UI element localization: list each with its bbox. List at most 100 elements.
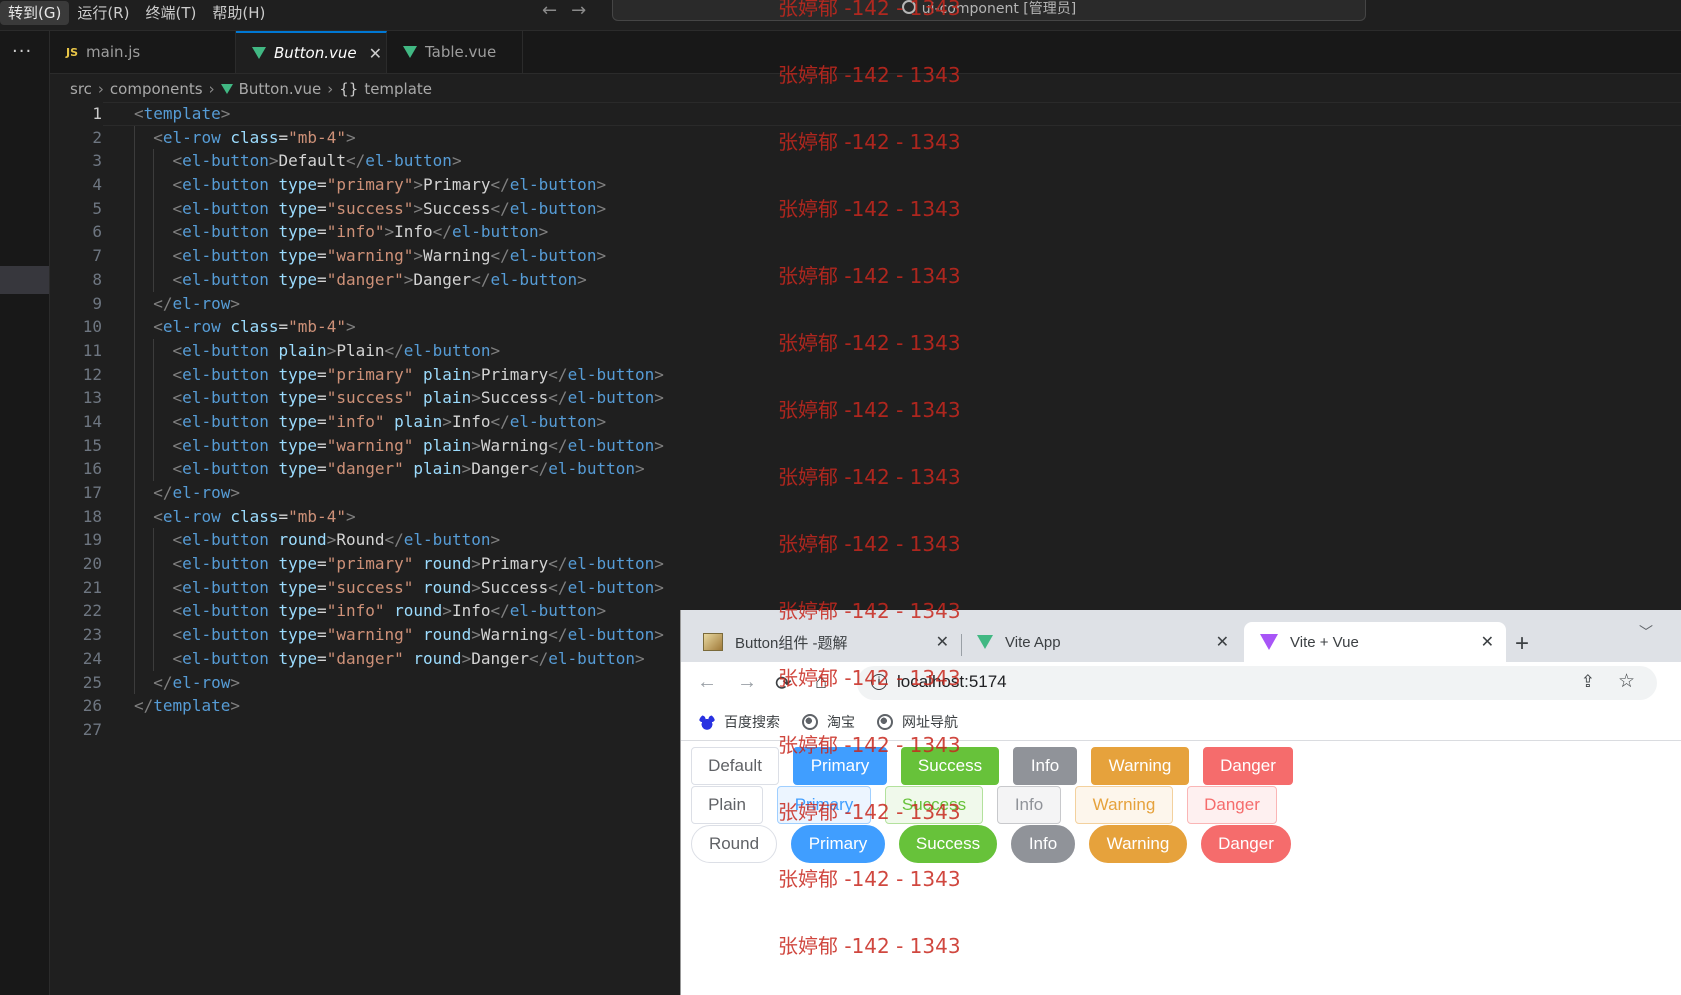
code-line[interactable]: 8 <el-button type="danger">Danger</el-bu… <box>50 267 1681 292</box>
warning-button[interactable]: Warning <box>1089 825 1187 863</box>
home-icon[interactable]: ⌂ <box>815 671 827 694</box>
code-line[interactable]: 5 <el-button type="success">Success</el-… <box>50 196 1681 221</box>
info-icon[interactable]: i <box>871 674 887 690</box>
back-arrow-icon[interactable]: ← <box>542 0 557 22</box>
forward-arrow-icon[interactable]: → <box>571 0 586 22</box>
success-button[interactable]: Success <box>885 786 983 824</box>
code-line[interactable]: 6 <el-button type="info">Info</el-button… <box>50 220 1681 245</box>
close-icon[interactable]: ✕ <box>1216 632 1229 652</box>
code-line[interactable]: 1 <template> <box>50 102 1681 126</box>
info-button[interactable]: Info <box>997 786 1061 824</box>
danger-button[interactable]: Danger <box>1201 825 1291 863</box>
breadcrumb-src[interactable]: src <box>70 80 92 98</box>
breadcrumb-template[interactable]: template <box>364 80 432 98</box>
code-text[interactable]: <el-row class="mb-4"> <box>134 505 355 529</box>
menu-goto[interactable]: 转到(G) <box>0 1 70 25</box>
command-center[interactable]: ui-component [管理员] <box>612 0 1366 21</box>
code-text[interactable]: <el-button type="primary" round>Primary<… <box>134 552 664 576</box>
code-text[interactable]: <el-button type="primary">Primary</el-bu… <box>134 173 607 197</box>
code-text[interactable]: </template> <box>134 694 240 718</box>
primary-button[interactable]: Primary <box>791 825 885 863</box>
code-line[interactable]: 19 <el-button round>Round</el-button> <box>50 528 1681 553</box>
code-line[interactable]: 12 <el-button type="primary" plain>Prima… <box>50 362 1681 387</box>
tab-button-vue[interactable]: Button.vue ✕ <box>236 31 387 73</box>
code-text[interactable]: <el-button type="info" round>Info</el-bu… <box>134 599 607 623</box>
code-text[interactable]: <el-button type="info">Info</el-button> <box>134 220 549 244</box>
code-line[interactable]: 13 <el-button type="success" plain>Succe… <box>50 386 1681 410</box>
tab-table-vue[interactable]: Table.vue <box>387 31 523 73</box>
more-icon[interactable]: ··· <box>12 41 32 62</box>
menu-help[interactable]: 帮助(H) <box>204 1 273 25</box>
close-icon[interactable]: ✕ <box>369 44 382 63</box>
code-text[interactable]: <el-row class="mb-4"> <box>134 126 355 150</box>
close-icon[interactable]: ✕ <box>1481 632 1494 652</box>
chevron-down-icon[interactable]: ﹀ <box>1639 622 1653 642</box>
url-text[interactable]: localhost:5174 <box>897 672 1007 692</box>
new-tab-icon[interactable]: + <box>1515 630 1529 658</box>
browser-tab-button-docs[interactable]: Button组件 -题解 ✕ <box>681 622 961 662</box>
reload-icon[interactable]: ⟳ <box>775 671 792 696</box>
danger-button[interactable]: Danger <box>1203 747 1293 785</box>
address-bar[interactable]: i localhost:5174 ⇪ ☆ <box>857 666 1657 700</box>
code-text[interactable]: <el-button>Default</el-button> <box>134 149 462 173</box>
code-line[interactable]: 15 <el-button type="warning" plain>Warni… <box>50 433 1681 458</box>
menu-run[interactable]: 运行(R) <box>69 1 137 25</box>
code-line[interactable]: 4 <el-button type="primary">Primary</el-… <box>50 173 1681 197</box>
default-button[interactable]: Default <box>691 747 779 785</box>
code-line[interactable]: 3 <el-button>Default</el-button> <box>50 149 1681 174</box>
code-text[interactable]: </el-row> <box>134 671 240 695</box>
browser-tab-vite-vue[interactable]: Vite + Vue ✕ <box>1244 622 1506 662</box>
code-line[interactable]: 10 <el-row class="mb-4"> <box>50 315 1681 339</box>
code-text[interactable]: <el-row class="mb-4"> <box>134 315 355 339</box>
share-icon[interactable]: ⇪ <box>1581 672 1595 692</box>
code-line[interactable]: 2 <el-row class="mb-4"> <box>50 125 1681 150</box>
bookmark-baidu[interactable]: 百度搜索 <box>699 712 780 732</box>
success-button[interactable]: Success <box>899 825 997 863</box>
code-text[interactable]: <el-button type="success" plain>Success<… <box>134 386 664 410</box>
default-button[interactable]: Round <box>691 825 777 863</box>
code-text[interactable]: <el-button type="primary" plain>Primary<… <box>134 363 664 387</box>
code-text[interactable]: </el-row> <box>134 292 240 316</box>
info-button[interactable]: Info <box>1011 825 1075 863</box>
bookmark-taobao[interactable]: 淘宝 <box>802 712 855 732</box>
code-text[interactable]: <el-button plain>Plain</el-button> <box>134 339 501 363</box>
code-text[interactable]: <el-button type="danger" round>Danger</e… <box>134 647 645 671</box>
bookmark-nav[interactable]: 网址导航 <box>877 712 958 732</box>
code-line[interactable]: 18 <el-row class="mb-4"> <box>50 504 1681 529</box>
back-icon[interactable]: ← <box>697 671 717 694</box>
code-text[interactable]: <el-button type="success">Success</el-bu… <box>134 197 607 221</box>
browser-tab-vite-app[interactable]: Vite App ✕ <box>963 622 1241 662</box>
info-button[interactable]: Info <box>1013 747 1077 785</box>
code-text[interactable]: <el-button type="danger">Danger</el-butt… <box>134 268 587 292</box>
code-text[interactable]: </el-row> <box>134 481 240 505</box>
success-button[interactable]: Success <box>901 747 999 785</box>
breadcrumb-file[interactable]: Button.vue <box>239 80 322 98</box>
code-line[interactable]: 21 <el-button type="success" round>Succe… <box>50 575 1681 600</box>
menu-terminal[interactable]: 终端(T) <box>137 1 204 25</box>
code-line[interactable]: 17 </el-row> <box>50 481 1681 505</box>
code-text[interactable]: <template> <box>134 102 230 126</box>
warning-button[interactable]: Warning <box>1075 786 1173 824</box>
code-line[interactable]: 16 <el-button type="danger" plain>Danger… <box>50 457 1681 481</box>
code-text[interactable]: <el-button round>Round</el-button> <box>134 528 501 552</box>
code-text[interactable]: <el-button type="warning" round>Warning<… <box>134 623 664 647</box>
code-line[interactable]: 11 <el-button plain>Plain</el-button> <box>50 338 1681 363</box>
code-text[interactable]: <el-button type="warning">Warning</el-bu… <box>134 244 607 268</box>
close-icon[interactable]: ✕ <box>936 632 949 652</box>
forward-icon[interactable]: → <box>737 671 757 694</box>
code-text[interactable]: <el-button type="info" plain>Info</el-bu… <box>134 410 607 434</box>
breadcrumb-components[interactable]: components <box>110 80 203 98</box>
code-text[interactable]: <el-button type="success" round>Success<… <box>134 576 664 600</box>
code-text[interactable]: <el-button type="danger" plain>Danger</e… <box>134 457 645 481</box>
danger-button[interactable]: Danger <box>1187 786 1277 824</box>
primary-button[interactable]: Primary <box>793 747 887 785</box>
bookmark-star-icon[interactable]: ☆ <box>1618 670 1635 693</box>
code-line[interactable]: 20 <el-button type="primary" round>Prima… <box>50 552 1681 576</box>
code-text[interactable]: <el-button type="warning" plain>Warning<… <box>134 434 664 458</box>
code-line[interactable]: 9 </el-row> <box>50 291 1681 316</box>
code-line[interactable]: 14 <el-button type="info" plain>Info</el… <box>50 409 1681 434</box>
primary-button[interactable]: Primary <box>777 786 871 824</box>
tab-main-js[interactable]: JS main.js <box>50 31 236 73</box>
warning-button[interactable]: Warning <box>1091 747 1189 785</box>
default-button[interactable]: Plain <box>691 786 763 824</box>
